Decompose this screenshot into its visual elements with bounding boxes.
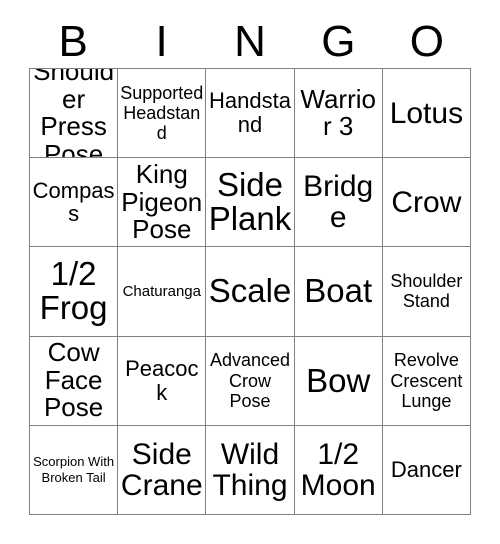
bingo-cell-label: Supported Headstand xyxy=(120,82,204,144)
bingo-cell[interactable]: Lotus xyxy=(382,69,471,159)
bingo-header-letter-o: O xyxy=(409,17,444,66)
bingo-cell-label: Side Plank xyxy=(208,165,292,238)
bingo-cell-label: Compass xyxy=(32,177,115,227)
bingo-cell[interactable]: Advanced Crow Pose xyxy=(206,336,295,426)
bingo-header-letter-i: I xyxy=(155,17,168,66)
bingo-cell[interactable]: Dancer xyxy=(382,425,471,515)
bingo-grid: Shoulder Press Pose Supported Headstand … xyxy=(29,68,471,515)
bingo-cell-label: Warrior 3 xyxy=(300,83,376,142)
bingo-header-letter-n: N xyxy=(234,17,266,66)
bingo-cell[interactable]: Chaturanga xyxy=(118,247,207,337)
bingo-cell[interactable]: Wild Thing xyxy=(206,425,295,515)
bingo-cell[interactable]: Crow xyxy=(382,158,471,248)
bingo-cell[interactable]: Supported Headstand xyxy=(118,69,207,159)
bingo-cell-label: King Pigeon Pose xyxy=(121,158,203,245)
bingo-cell-label: Advanced Crow Pose xyxy=(209,350,291,411)
bingo-header-letter-g: G xyxy=(321,17,356,66)
bingo-cell-label: 1/2 Frog xyxy=(39,255,108,327)
bingo-cell-label: Scale xyxy=(208,272,292,310)
bingo-cell-label: Bow xyxy=(306,361,371,399)
bingo-header-letter-b: B xyxy=(58,17,88,66)
bingo-cell[interactable]: Scorpion With Broken Tail xyxy=(30,425,119,515)
bingo-cell[interactable]: Compass xyxy=(30,158,119,248)
bingo-cell[interactable]: King Pigeon Pose xyxy=(118,158,207,248)
bingo-header-row: B I N G O xyxy=(29,16,471,68)
bingo-cell-label: Peacock xyxy=(125,355,199,405)
bingo-cell-label: Boat xyxy=(304,272,373,310)
bingo-cell-label: Bridge xyxy=(303,170,374,235)
bingo-cell[interactable]: Bridge xyxy=(294,158,383,248)
bingo-cell-label: Scorpion With Broken Tail xyxy=(33,454,115,485)
bingo-cell-label: Revolve Crescent Lunge xyxy=(390,350,463,411)
bingo-cell[interactable]: Shoulder Stand xyxy=(382,247,471,337)
bingo-card: B I N G O Shoulder Press Pose Supported … xyxy=(0,0,500,544)
bingo-cell-label: Cow Face Pose xyxy=(43,337,104,423)
bingo-cell-label: Lotus xyxy=(389,96,464,130)
bingo-cell-label: Dancer xyxy=(390,457,462,483)
bingo-cell[interactable]: 1/2 Frog xyxy=(30,247,119,337)
bingo-cell[interactable]: Side Crane xyxy=(118,425,207,515)
bingo-cell[interactable]: Boat xyxy=(294,247,383,337)
bingo-cell-label: Handstand xyxy=(209,88,291,138)
bingo-cell[interactable]: Scale xyxy=(206,247,295,337)
bingo-cell[interactable]: Peacock xyxy=(118,336,207,426)
bingo-cell[interactable]: 1/2 Moon xyxy=(294,425,383,515)
bingo-cell-label: Shoulder Press Pose xyxy=(33,69,115,159)
bingo-cell-label: Shoulder Stand xyxy=(390,271,463,312)
bingo-cell[interactable]: Warrior 3 xyxy=(294,69,383,159)
bingo-cell[interactable]: Bow xyxy=(294,336,383,426)
bingo-cell-label: Side Crane xyxy=(120,437,203,502)
bingo-cell[interactable]: Side Plank xyxy=(206,158,295,248)
bingo-cell-label: Wild Thing xyxy=(212,437,288,502)
bingo-cell[interactable]: Cow Face Pose xyxy=(30,336,119,426)
bingo-cell[interactable]: Revolve Crescent Lunge xyxy=(382,336,471,426)
bingo-cell-label: Crow xyxy=(391,185,462,219)
bingo-cell[interactable]: Handstand xyxy=(206,69,295,159)
bingo-cell-label: 1/2 Moon xyxy=(300,437,376,502)
bingo-cell[interactable]: Shoulder Press Pose xyxy=(30,69,119,159)
bingo-cell-label: Chaturanga xyxy=(122,282,201,300)
